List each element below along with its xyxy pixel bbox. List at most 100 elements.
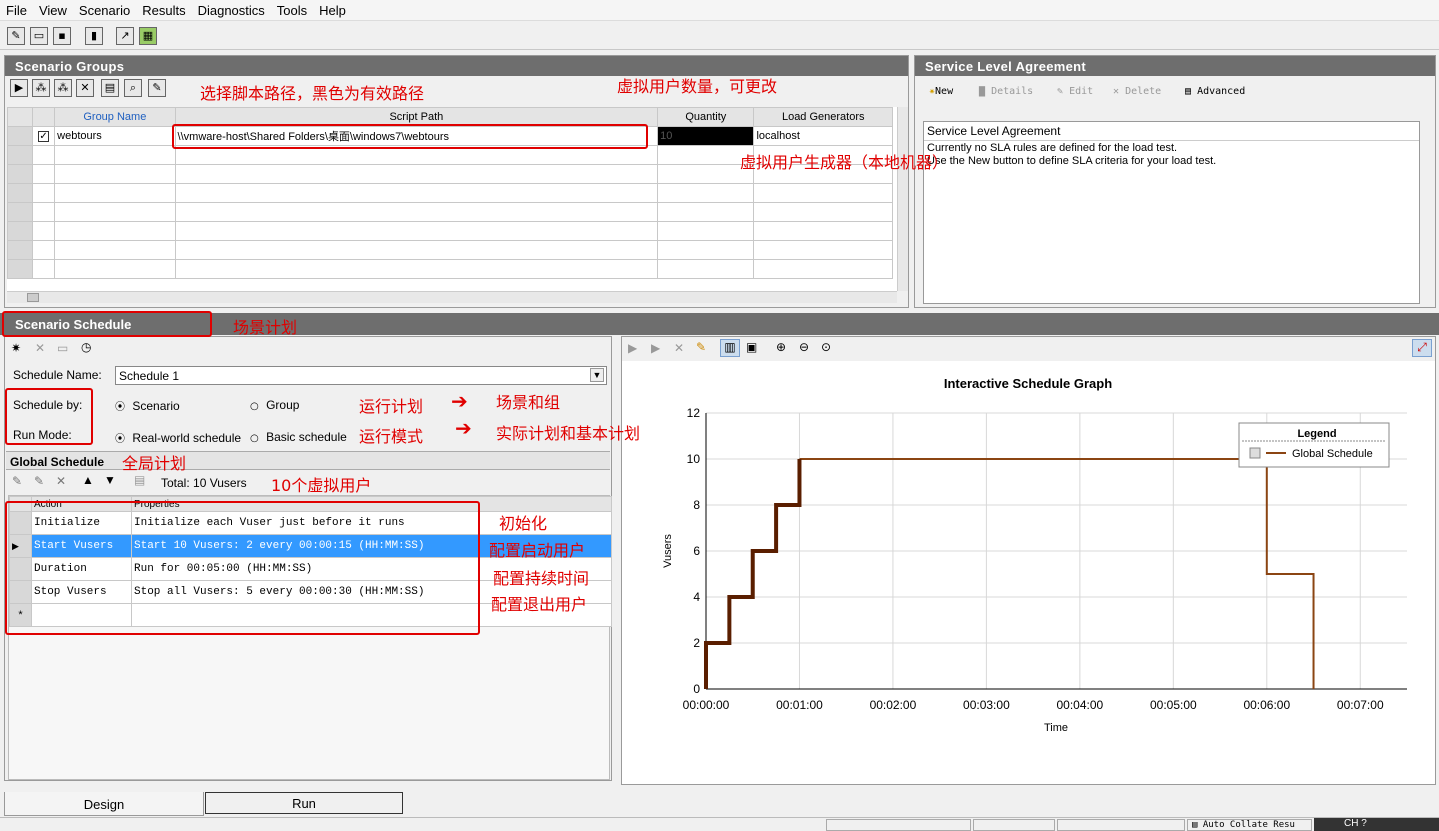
edit-script-icon[interactable]: ✎ [148, 79, 166, 97]
annotation-script-path: 选择脚本路径，黑色为有效路径 [200, 84, 425, 103]
open-icon[interactable]: ▭ [30, 27, 48, 45]
sla-message-2: Use the New button to define SLA criteri… [927, 155, 1217, 167]
hscroll-thumb[interactable] [27, 293, 39, 302]
annotation-run-mode: 运行模式 [359, 427, 424, 446]
annotation-load-gen: 虚拟用户生成器（本地机器） [740, 153, 949, 172]
sla-new-button[interactable]: ✷New [929, 86, 953, 97]
pencil-icon: ✎ [1057, 86, 1064, 97]
schedule-name-label: Schedule Name: [13, 368, 102, 382]
chevron-down-icon[interactable]: ▼ [590, 368, 604, 382]
menu-diagnostics[interactable]: Diagnostics [192, 0, 271, 18]
graph-tool-1-icon[interactable]: ▶ [628, 341, 637, 355]
graph-tool-3-icon[interactable]: ✕ [674, 341, 684, 355]
schedule-by-scenario-radio[interactable]: ⦿ Scenario [115, 398, 180, 413]
groups-hscroll[interactable] [7, 291, 897, 303]
auto-collate-status[interactable]: ▤ Auto Collate Resu [1187, 819, 1312, 831]
col-quantity[interactable]: Quantity [657, 107, 755, 127]
zoom-in-icon[interactable]: ⊕ [776, 340, 786, 354]
y-tick-label: 0 [693, 682, 700, 696]
move-up-icon[interactable]: ▲ [82, 473, 94, 487]
group-enabled-checkbox[interactable]: ✓ [38, 131, 50, 142]
tab-run[interactable]: Run [205, 792, 403, 814]
ime-status[interactable]: CH ? [1314, 818, 1439, 831]
new-scenario-icon[interactable]: ✎ [7, 27, 25, 45]
x-tick-label: 00:07:00 [1337, 698, 1384, 712]
menu-view[interactable]: View [33, 0, 73, 18]
menu-scenario[interactable]: Scenario [73, 0, 136, 18]
sla-box-title: Service Level Agreement [924, 122, 1419, 141]
schedule-graph-panel: ▶ ▶ ✕ ✎ ▥ ▣ ⊕ ⊖ ⊙ ⤢ Interactive Schedule… [621, 336, 1436, 785]
sla-delete-button[interactable]: ✕ Delete [1113, 86, 1161, 97]
table-row [7, 202, 893, 222]
load-generator-cell[interactable]: localhost [753, 126, 893, 146]
x-tick-label: 00:00:00 [683, 698, 730, 712]
vusers-icon[interactable]: ⁂ [32, 79, 50, 97]
status-cell [826, 819, 971, 831]
new-schedule-icon[interactable]: ✷ [11, 341, 21, 355]
delete-action-icon[interactable]: ✕ [56, 474, 66, 488]
run-mode-basic-radio[interactable]: ○ Basic schedule [250, 430, 347, 444]
schedule-name-select[interactable]: Schedule 1 ▼ [115, 366, 607, 385]
menu-results[interactable]: Results [136, 0, 191, 18]
delete-schedule-icon[interactable]: ✕ [35, 341, 45, 355]
view-script-icon[interactable]: ⌕ [124, 79, 142, 97]
sla-title: Service Level Agreement [915, 56, 1435, 76]
copy-icon[interactable]: ▤ [134, 473, 145, 487]
sla-panel: Service Level Agreement ✷New ▇ Details ✎… [914, 55, 1436, 308]
tab-design[interactable]: Design [4, 792, 204, 816]
move-down-icon[interactable]: ▼ [104, 473, 116, 487]
annotation-box-global-schedule [5, 501, 480, 635]
zoom-reset-icon[interactable]: ⊙ [821, 340, 831, 354]
col-group-name[interactable]: Group Name [54, 107, 176, 127]
results-icon[interactable]: ▮ [85, 27, 103, 45]
zoom-out-icon[interactable]: ⊖ [799, 340, 809, 354]
annotation-real-basic: 实际计划和基本计划 [496, 424, 641, 443]
run-mode-real-radio[interactable]: ⦿ Real-world schedule [115, 430, 241, 445]
sla-toolbar: ✷New ▇ Details ✎ Edit ✕ Delete ▤ Advance… [915, 76, 1435, 104]
graph-toolbar: ▶ ▶ ✕ ✎ ▥ ▣ ⊕ ⊖ ⊙ ⤢ [622, 337, 1435, 361]
remove-vusers-icon[interactable]: ✕ [76, 79, 94, 97]
x-tick-label: 00:05:00 [1150, 698, 1197, 712]
menu-tools[interactable]: Tools [271, 0, 313, 18]
save-icon[interactable]: ▪ [53, 27, 71, 45]
group-name-cell[interactable]: webtours [54, 126, 176, 146]
interactive-schedule-graph[interactable]: Interactive Schedule Graph 0 2 4 6 8 10 12 00:0… [622, 361, 1435, 784]
details-icon[interactable]: ▤ [101, 79, 119, 97]
analyze-icon[interactable]: ↗ [116, 27, 134, 45]
chart-series [704, 458, 1315, 689]
status-cell [973, 819, 1055, 831]
menu-file[interactable]: File [0, 0, 33, 18]
menu-help[interactable]: Help [313, 0, 352, 18]
sla-info-box: Service Level Agreement Currently no SLA… [923, 121, 1420, 304]
graph-tool-2-icon[interactable]: ▶ [651, 341, 660, 355]
annotation-duration: 配置持续时间 [493, 569, 590, 588]
groups-vscroll[interactable] [897, 107, 908, 291]
sla-details-button[interactable]: ▇ Details [979, 86, 1033, 97]
legend-checkbox[interactable] [1249, 447, 1261, 459]
rename-schedule-icon[interactable]: ▭ [57, 341, 68, 355]
advanced-icon: ▤ [1185, 86, 1192, 97]
table-row [7, 240, 893, 260]
collate-icon: ▤ [1192, 820, 1198, 830]
run-icon[interactable]: ▶ [10, 79, 28, 97]
sla-advanced-button[interactable]: ▤ Advanced [1185, 86, 1245, 97]
annotation-scenario-plan: 场景计划 [233, 318, 298, 337]
details-icon: ▇ [979, 86, 986, 97]
col-load-generators[interactable]: Load Generators [753, 107, 893, 127]
radio-unselected-icon: ○ [250, 401, 259, 412]
annotation-box-scenario-schedule [2, 311, 212, 337]
grid-icon[interactable]: ▦ [139, 27, 157, 45]
edit-action-icon[interactable]: ✎ [12, 474, 22, 488]
clock-icon[interactable]: ◷ [81, 340, 91, 354]
quantity-cell[interactable]: 10 [657, 126, 755, 146]
schedule-by-group-radio[interactable]: ○ Group [250, 398, 299, 412]
pencil-icon[interactable]: ✎ [696, 340, 706, 354]
view-mode-icon[interactable]: ▥ [720, 339, 740, 357]
add-action-icon[interactable]: ✎ [34, 474, 44, 488]
graph-settings-icon[interactable]: ⤢ [1412, 339, 1432, 357]
add-vusers-icon[interactable]: ⁂ [54, 79, 72, 97]
sla-edit-button[interactable]: ✎ Edit [1057, 86, 1093, 97]
annotation-box-script-path [172, 124, 648, 149]
fit-icon[interactable]: ▣ [746, 340, 757, 354]
x-tick-label: 00:01:00 [776, 698, 823, 712]
